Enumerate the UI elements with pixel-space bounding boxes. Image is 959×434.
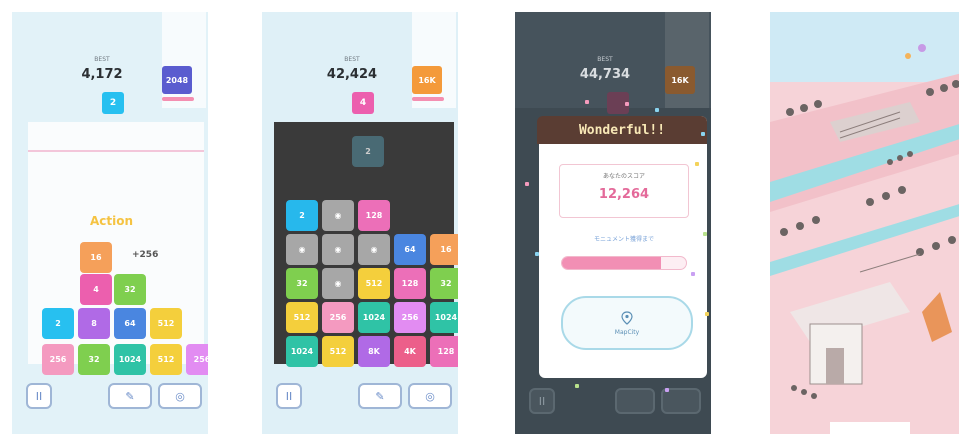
next-tile: 2 [102,92,124,114]
confetti [625,102,629,106]
tile: 4K [394,336,426,367]
toolbar: II ✎ ◎ [12,367,208,434]
tile: ◉ [322,268,354,299]
hammer-button[interactable]: ✎ [108,383,152,409]
dialog-title: Wonderful!! [537,116,707,144]
map-city-button[interactable]: MapCity [561,296,693,350]
tile: 512 [286,302,318,333]
game-board[interactable]: 2 2 ◉ 128 ◉ ◉ ◉ 64 16 32 ◉ 512 128 32 512 256 1024 256 10… [274,122,458,367]
score-box: あなたのスコア 12,264 [559,164,689,218]
score: 4,172 [81,67,123,82]
tile: ◉ [286,234,318,265]
hammer-icon: ✎ [375,389,385,403]
tile: 1024 [430,302,458,333]
tile: 128 [430,336,458,367]
tile: 1024 [286,336,318,367]
confetti [585,100,589,104]
tile: 128 [394,268,426,299]
confetti [655,108,659,112]
city-map-screen [770,12,959,434]
next-tile: 4 [352,92,374,114]
tile: 4 [80,274,112,305]
tile: 32 [430,268,458,299]
goal-progress [412,97,444,101]
confetti [703,232,707,236]
confetti [525,182,529,186]
map-city-label: MapCity [614,328,640,336]
tile: 16 [80,242,112,273]
toolbar: II ✎ ◎ [262,367,458,434]
isometric-city-illustration [770,12,959,434]
tile: 32 [114,274,146,305]
best-label: BEST [344,56,360,63]
confetti [575,384,579,388]
score-label: あなたのスコア [602,173,645,180]
best-label: BEST [597,56,613,63]
score: 44,734 [579,67,631,82]
tile: 8 [78,308,110,339]
toolbar: II [515,372,711,434]
tile: 256 [322,302,354,333]
game-screen-action: BEST 4,172 2048 2 Action +256 16 4 32 2 8 64 5… [12,12,208,434]
reward-label: モニュメント獲得まで [593,236,654,243]
confetti [695,162,699,166]
tile: 16 [430,234,458,265]
best-label: BEST [94,56,110,63]
map-pin-icon [621,310,633,325]
pause-button[interactable]: II [529,388,555,414]
progress-fill [562,257,662,269]
ghost-tile: 2 [352,136,384,167]
hammer-button[interactable] [615,388,655,414]
tile: 1024 [358,302,390,333]
goal-tile: 16K [665,66,695,94]
tile: ◉ [322,200,354,231]
goal-tile: 16K [412,66,442,94]
goal-tile: 2048 [162,66,192,94]
tile: 512 [150,308,182,339]
confetti [705,312,709,316]
hammer-button[interactable]: ✎ [358,383,402,409]
tile: 64 [394,234,426,265]
tile: 8K [358,336,390,367]
combo-text: Action [90,214,134,228]
game-screen-board: BEST 42,424 16K 4 2 2 ◉ 128 ◉ ◉ ◉ 64 16 32 ◉ 512 12… [262,12,458,434]
swap-button[interactable]: ◎ [408,383,452,409]
tile: 512 [358,268,390,299]
danger-line [28,150,204,152]
result-score: 12,264 [598,187,650,202]
swap-button[interactable]: ◎ [158,383,202,409]
tile: 32 [286,268,318,299]
pause-button[interactable]: II [26,383,52,409]
tile: 512 [322,336,354,367]
tile: ◉ [358,234,390,265]
tile: ◉ [322,234,354,265]
confetti [535,252,539,256]
goal-progress [162,97,194,101]
result-dialog: Wonderful!! あなたのスコア 12,264 モニュメント獲得まで Ma… [537,116,707,378]
pause-button[interactable]: II [276,383,302,409]
score: 42,424 [326,67,378,82]
game-board[interactable]: Action +256 16 4 32 2 8 64 512 256 32 1024 512 256 [28,122,208,375]
tile: 128 [358,200,390,231]
tile: 2 [42,308,74,339]
score-popup: +256 [132,250,159,260]
reward-progress [561,256,687,270]
confetti [701,132,705,136]
result-screen: BEST 44,734 16K Wonderful!! あなたのスコア 12,2… [515,12,711,434]
tile: 256 [394,302,426,333]
tile: 64 [114,308,146,339]
tile: 2 [286,200,318,231]
confetti [691,272,695,276]
confetti [665,388,669,392]
